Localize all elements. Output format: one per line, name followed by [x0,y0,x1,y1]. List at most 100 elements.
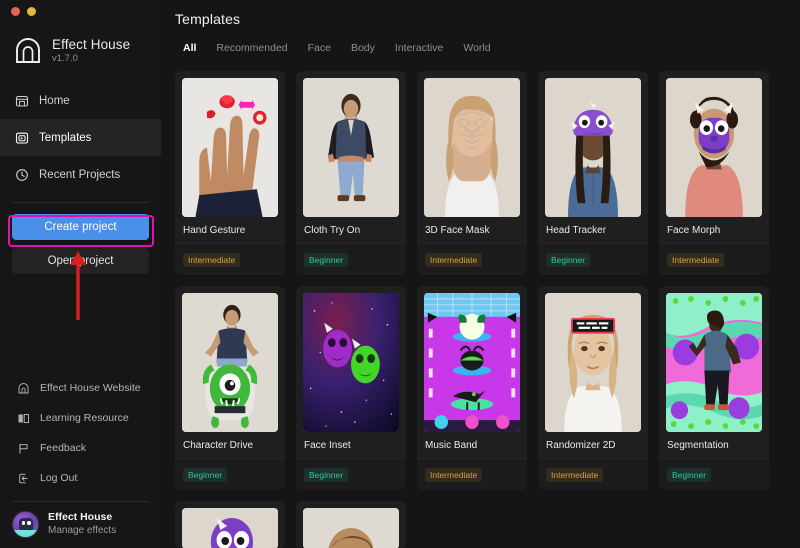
template-thumbnail [182,508,278,548]
tab-all[interactable]: All [173,39,206,57]
template-card[interactable]: Face Morph Intermediate [659,71,769,275]
account-subtitle: Manage effects [48,525,117,537]
template-card[interactable]: Segmentation Beginner [659,286,769,490]
template-card[interactable]: Music Band Intermediate [417,286,527,490]
account-section[interactable]: Effect House Manage effects [0,502,161,548]
sidebar-item-feedback[interactable]: Feedback [0,433,161,463]
tab-interactive[interactable]: Interactive [385,39,453,57]
user-avatar [12,511,39,538]
level-badge: Beginner [546,253,591,267]
level-badge: Intermediate [546,468,604,482]
brand-version: v1.7.0 [52,53,78,65]
close-window-button[interactable] [11,6,20,16]
template-footer: Beginner [296,458,406,490]
template-card[interactable]: Cloth Try On Beginner [296,71,406,275]
template-name: 3D Face Mask [425,225,490,236]
templates-grid: Hand Gesture Intermediate Cloth Try On B… [161,57,800,490]
template-thumbnail [424,78,520,217]
template-card[interactable]: Face Inset Beginner [296,286,406,490]
brand-name: Effect House [52,36,131,52]
logout-icon [17,472,30,485]
home-icon [15,94,29,108]
level-badge: Intermediate [183,253,241,267]
account-name: Effect House [48,511,113,524]
template-name: Segmentation [667,440,729,451]
sidebar-footer-label: Log Out [40,472,78,484]
arch-logo-icon [13,36,43,66]
template-footer: Intermediate [175,243,285,275]
template-name: Face Morph [667,225,721,236]
sidebar-footer-label: Effect House Website [40,382,141,394]
template-name: Face Inset [304,440,351,451]
sidebar-item-log-out[interactable]: Log Out [0,463,161,493]
book-icon [17,412,30,425]
sidebar-nav: Home Templates Recent Projects [0,82,161,193]
level-badge: Beginner [304,468,349,482]
sidebar-item-home[interactable]: Home [0,82,161,119]
template-name: Character Drive [183,440,254,451]
sidebar-item-label: Templates [39,131,92,144]
template-name: Hand Gesture [183,225,246,236]
template-card[interactable]: Randomizer 2D Intermediate [538,286,648,490]
template-thumbnail [303,293,399,432]
template-thumbnail [303,508,399,548]
sidebar: Effect House v1.7.0 Home Templates Recen… [0,0,161,548]
template-thumbnail [666,293,762,432]
tab-body[interactable]: Body [341,39,385,57]
template-card[interactable] [296,501,406,548]
level-badge: Beginner [667,468,712,482]
sidebar-item-recent-projects[interactable]: Recent Projects [0,156,161,193]
sidebar-footer-label: Learning Resource [40,412,129,424]
level-badge: Intermediate [425,253,483,267]
level-badge: Intermediate [425,468,483,482]
sidebar-item-label: Home [39,94,70,107]
open-project-button[interactable]: Open project [12,248,149,274]
tab-face[interactable]: Face [298,39,341,57]
level-badge: Beginner [304,253,349,267]
clock-icon [15,168,29,182]
sidebar-item-templates[interactable]: Templates [0,119,161,156]
level-badge: Beginner [183,468,228,482]
template-footer: Intermediate [417,243,527,275]
template-card[interactable]: 3D Face Mask Intermediate [417,71,527,275]
template-card[interactable] [175,501,285,548]
template-card[interactable]: Character Drive Beginner [175,286,285,490]
template-card[interactable]: Head Tracker Beginner [538,71,648,275]
templates-icon [15,131,29,145]
level-badge: Intermediate [667,253,725,267]
sidebar-item-effect-house-website[interactable]: Effect House Website [0,373,161,403]
template-footer: Intermediate [538,458,648,490]
template-name: Cloth Try On [304,225,361,236]
templates-grid-partial-row [161,490,800,548]
template-footer: Beginner [659,458,769,490]
template-thumbnail [545,78,641,217]
sidebar-item-learning-resource[interactable]: Learning Resource [0,403,161,433]
category-tabs: All Recommended Face Body Interactive Wo… [161,27,800,57]
template-name: Head Tracker [546,225,607,236]
sidebar-footer-links: Effect House Website Learning Resource F… [0,373,161,493]
template-card[interactable]: Hand Gesture Intermediate [175,71,285,275]
main-content: Templates All Recommended Face Body Inte… [161,0,800,548]
flag-icon [17,442,30,455]
template-footer: Beginner [296,243,406,275]
template-footer: Beginner [175,458,285,490]
template-thumbnail [182,293,278,432]
template-thumbnail [545,293,641,432]
create-project-button[interactable]: Create project [12,214,149,240]
sidebar-footer-label: Feedback [40,442,87,454]
tab-recommended[interactable]: Recommended [206,39,297,57]
app-window: Effect House v1.7.0 Home Templates Recen… [0,0,800,548]
template-name: Randomizer 2D [546,440,616,451]
brand-header: Effect House v1.7.0 [0,22,161,82]
template-footer: Intermediate [659,243,769,275]
website-icon [17,382,30,395]
sidebar-actions: Create project Open project [0,203,161,274]
template-thumbnail [666,78,762,217]
template-thumbnail [424,293,520,432]
sidebar-item-label: Recent Projects [39,168,121,181]
tab-world[interactable]: World [453,39,500,57]
page-title: Templates [175,11,241,27]
minimize-window-button[interactable] [27,6,36,16]
template-thumbnail [303,78,399,217]
template-footer: Beginner [538,243,648,275]
